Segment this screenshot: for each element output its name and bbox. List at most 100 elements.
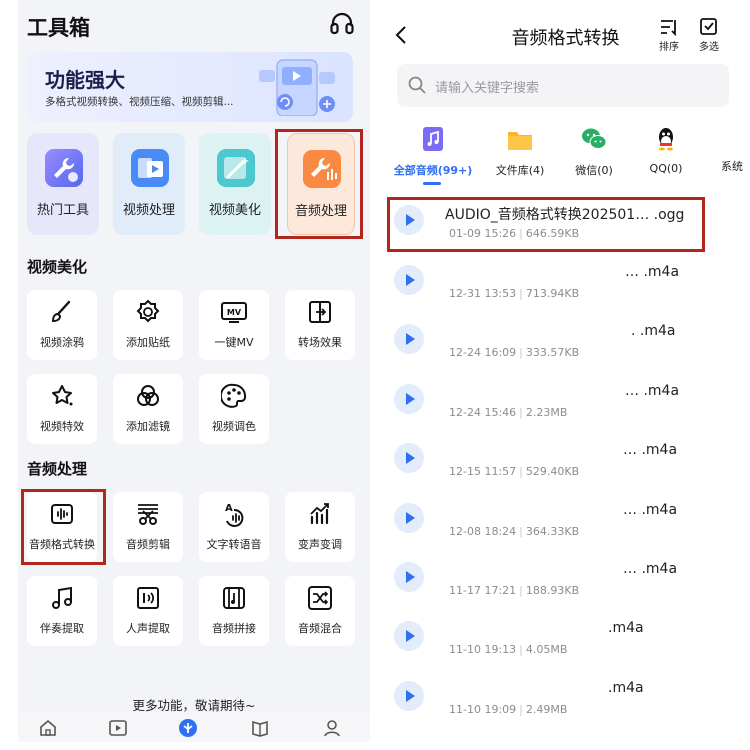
list-item[interactable]: … .m4a 12-31 13:53 | 713.94KB [381,251,750,310]
card-video-effects[interactable]: 视频特效 [27,374,97,444]
card-label: 视频涂鸦 [40,336,84,349]
card-audio-join[interactable]: 音频拼接 [199,576,269,646]
book-icon[interactable] [250,718,270,738]
tab-system[interactable]: 系统 [707,124,750,174]
music-file-icon [423,127,443,151]
shuffle-icon [308,586,332,610]
play-icon[interactable] [394,503,424,533]
card-add-filter[interactable]: 添加滤镜 [113,374,183,444]
section-title-video-beautify: 视频美化 [27,258,88,276]
toolbox-icon[interactable] [178,718,198,738]
search-icon [408,76,426,94]
file-date: 12-24 15:46 [449,406,517,419]
transition-icon [309,301,331,323]
file-name: AUDIO_音频格式转换202501… .ogg [445,207,685,223]
section-title-audio: 音频处理 [27,460,88,478]
list-item[interactable]: … .m4a 12-15 11:57 | 529.40KB [381,429,750,488]
voice-change-icon [310,503,329,525]
tile-audio-processing[interactable]: 音频处理 [287,133,355,235]
file-meta: 11-17 17:21 | 188.93KB [449,584,580,597]
file-date: 11-10 19:13 [449,643,517,656]
wechat-icon [582,128,607,149]
tab-qq[interactable]: QQ(0) [639,124,693,175]
tile-hot-tools[interactable]: 热门工具 [27,133,99,235]
card-label: 视频特效 [40,420,84,433]
tab-all-audio[interactable]: 全部音频(99+) [393,124,473,178]
wrench-icon [45,149,83,187]
list-item[interactable]: … .m4a 12-24 15:46 | 2.23MB [381,370,750,429]
active-tab-indicator [423,182,441,185]
qq-icon [659,128,673,151]
promo-banner[interactable]: 功能强大 多格式视频转换、视频压缩、视频剪辑... [27,52,353,122]
card-audio-format-convert[interactable]: 音频格式转换 [27,492,97,562]
play-icon[interactable] [394,384,424,414]
tab-label: 文件库(4) [495,164,545,177]
play-icon[interactable] [394,205,424,235]
search-input[interactable]: 请输入关键字搜索 [397,64,729,107]
text-to-speech-icon: A [225,503,244,527]
file-size: 646.59KB [525,227,580,240]
card-label: 音频格式转换 [29,538,95,551]
file-size: 4.05MB [525,643,568,656]
list-item[interactable]: .m4a 11-10 19:09 | 2.49MB [381,667,750,726]
banner-title: 功能强大 [45,68,125,92]
card-one-click-mv[interactable]: MV 一键MV [199,290,269,360]
card-voice-change[interactable]: 变声变调 [285,492,355,562]
file-size: 2.49MB [525,703,568,716]
card-label: 转场效果 [298,336,342,349]
home-icon[interactable] [38,718,58,738]
list-item[interactable]: . .m4a 12-24 16:09 | 333.57KB [381,310,750,369]
svg-text:MV: MV [227,308,242,317]
audio-wrench-icon [303,150,341,188]
user-icon[interactable] [322,718,342,738]
headset-icon[interactable] [328,10,356,38]
list-item[interactable]: … .m4a 11-17 17:21 | 188.93KB [381,548,750,607]
card-audio-cut[interactable]: 音频剪辑 [113,492,183,562]
card-vocal-extract[interactable]: 人声提取 [113,576,183,646]
sticker-icon [136,299,160,323]
tab-label: QQ(0) [649,162,683,175]
sort-icon [661,20,676,36]
multi-select-button[interactable]: 多选 [691,18,727,53]
banner-subtitle: 多格式视频转换、视频压缩、视频剪辑... [45,96,234,108]
play-icon[interactable] [394,681,424,711]
file-date: 01-09 15:26 [449,227,517,240]
main-tool-tiles: 热门工具 视频处理 视频美化 音频处理 [27,133,363,237]
tile-label: 视频美化 [208,203,261,218]
play-icon[interactable] [394,562,424,592]
card-text-to-speech[interactable]: A 文字转语音 [199,492,269,562]
file-size: 333.57KB [525,346,580,359]
vocal-extract-icon [137,587,159,609]
card-label: 音频拼接 [212,622,256,635]
card-color-grading[interactable]: 视频调色 [199,374,269,444]
tile-video-processing[interactable]: 视频处理 [113,133,185,235]
play-icon[interactable] [394,443,424,473]
sort-button[interactable]: 排序 [651,18,687,53]
file-name: … .m4a [625,383,680,399]
file-name: .m4a [608,620,644,636]
filter-icon [137,385,159,406]
tile-label: 热门工具 [36,203,89,218]
card-video-doodle[interactable]: 视频涂鸦 [27,290,97,360]
card-label: 人声提取 [126,622,170,635]
system-icon [719,126,745,152]
tab-wechat[interactable]: 微信(0) [567,124,621,178]
list-item[interactable]: AUDIO_音频格式转换202501… .ogg 01-09 15:26 | 646… [381,191,750,250]
file-meta: 11-10 19:13 | 4.05MB [449,643,568,656]
card-transition[interactable]: 转场效果 [285,290,355,360]
tile-video-beautify[interactable]: 视频美化 [199,133,271,235]
file-name: .m4a [608,680,644,696]
card-accompaniment-extract[interactable]: 伴奏提取 [27,576,97,646]
card-audio-mix[interactable]: 音频混合 [285,576,355,646]
card-add-sticker[interactable]: 添加贴纸 [113,290,183,360]
play-icon[interactable] [108,718,128,738]
card-label: 音频剪辑 [126,538,170,551]
tab-file-library[interactable]: 文件库(4) [487,124,553,178]
play-icon[interactable] [394,265,424,295]
checkbox-icon [700,18,717,35]
list-item[interactable]: … .m4a 12-08 18:24 | 364.33KB [381,489,750,548]
list-item[interactable]: .m4a 11-10 19:13 | 4.05MB [381,607,750,666]
card-label: 添加贴纸 [126,336,170,349]
play-icon[interactable] [394,621,424,651]
play-icon[interactable] [394,324,424,354]
